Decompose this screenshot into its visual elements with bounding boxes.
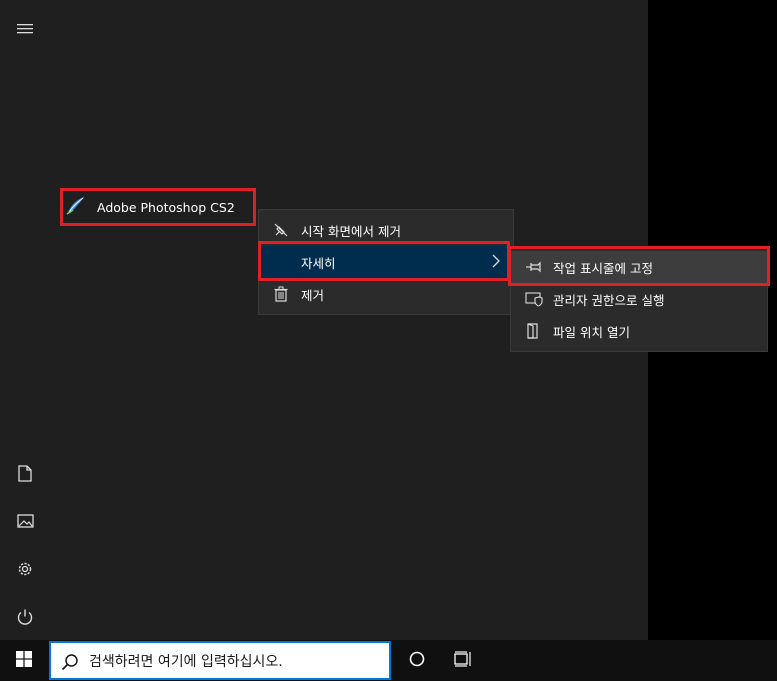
menu-item-uninstall[interactable]: 제거 (259, 278, 513, 310)
submenu-item-label: 관리자 권한으로 실행 (553, 292, 665, 308)
unpin-icon (273, 222, 289, 238)
menu-item-label: 자세히 (301, 255, 336, 271)
taskbar-search-box[interactable]: 검색하려면 여기에 입력하십시오. (49, 641, 391, 680)
pin-icon (525, 259, 541, 275)
submenu-item-pin-to-taskbar[interactable]: 작업 표시줄에 고정 (511, 251, 767, 283)
document-icon[interactable] (10, 458, 40, 488)
submenu-item-label: 파일 위치 열기 (553, 324, 630, 340)
cortana-circle-icon (409, 651, 425, 671)
task-view-icon (453, 650, 473, 671)
folder-icon (525, 323, 541, 339)
search-placeholder: 검색하려면 여기에 입력하십시오. (89, 653, 283, 670)
pictures-icon[interactable] (10, 506, 40, 536)
more-submenu: 작업 표시줄에 고정 관리자 권한으로 실행 파일 위치 열기 (510, 248, 768, 352)
cortana-button[interactable] (400, 640, 434, 681)
chevron-right-icon (491, 254, 501, 271)
photoshop-tile[interactable]: Adobe Photoshop CS2 (60, 188, 256, 226)
photoshop-app-icon (65, 194, 87, 220)
submenu-item-label: 작업 표시줄에 고정 (553, 260, 653, 276)
tile-label: Adobe Photoshop CS2 (97, 199, 235, 215)
menu-item-label: 시작 화면에서 제거 (301, 223, 401, 239)
task-view-button[interactable] (446, 640, 480, 681)
context-menu: 시작 화면에서 제거 자세히 제거 (258, 209, 514, 315)
power-icon[interactable] (10, 602, 40, 632)
trash-icon (273, 286, 289, 302)
submenu-item-run-as-admin[interactable]: 관리자 권한으로 실행 (511, 283, 767, 315)
hamburger-menu-icon[interactable] (10, 14, 40, 44)
windows-start-button[interactable] (0, 640, 48, 681)
menu-item-more[interactable]: 자세히 (259, 246, 513, 278)
taskbar: 검색하려면 여기에 입력하십시오. (0, 640, 777, 681)
start-left-rail (0, 0, 50, 640)
settings-gear-icon[interactable] (10, 554, 40, 584)
windows-logo-icon (16, 650, 32, 671)
menu-item-label: 제거 (301, 287, 325, 303)
search-icon (61, 653, 79, 675)
shield-icon (525, 291, 543, 307)
menu-item-unpin-from-start[interactable]: 시작 화면에서 제거 (259, 214, 513, 246)
submenu-item-open-file-location[interactable]: 파일 위치 열기 (511, 315, 767, 347)
